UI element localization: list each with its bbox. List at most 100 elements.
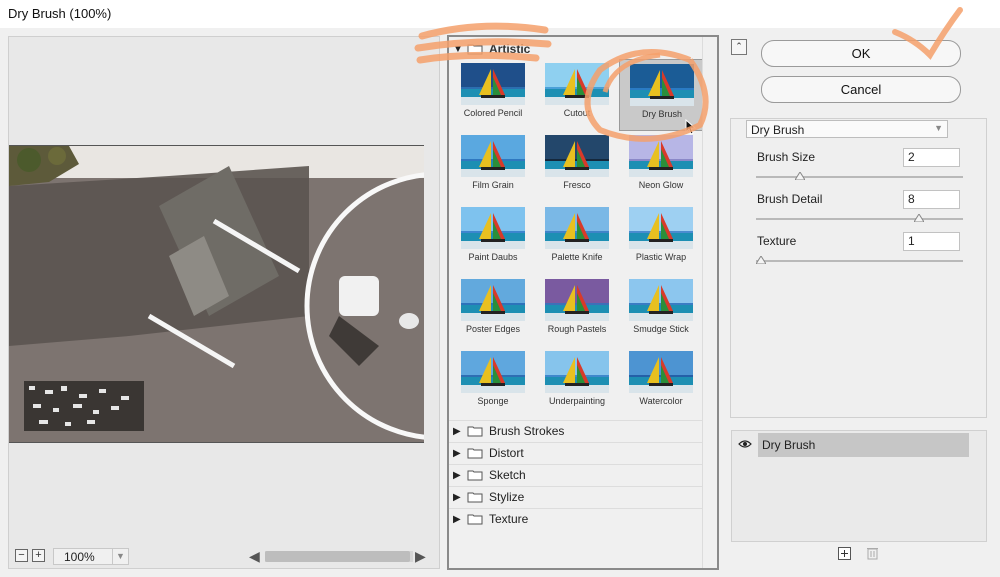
gallery-scrollbar[interactable]	[702, 37, 717, 568]
filter-thumb-watercolor[interactable]: Watercolor	[619, 347, 703, 419]
filter-dropdown[interactable]: Dry Brush ▼	[746, 120, 948, 138]
new-layer-icon[interactable]	[838, 547, 851, 560]
filter-label: Poster Edges	[465, 324, 521, 334]
folder-icon	[467, 513, 483, 525]
param-slider-thumb[interactable]	[795, 172, 806, 180]
collapse-gallery-button[interactable]: ⌃	[731, 39, 747, 55]
filter-preview-image	[629, 279, 693, 321]
filter-label: Neon Glow	[638, 180, 684, 190]
filter-label: Plastic Wrap	[635, 252, 687, 262]
scroll-right-arrow[interactable]: ▶	[415, 548, 426, 565]
filter-preview-image	[629, 135, 693, 177]
param-input-brush-detail[interactable]: 8	[903, 190, 960, 209]
category-texture[interactable]: ▶ Texture	[453, 509, 699, 529]
param-input-brush-size[interactable]: 2	[903, 148, 960, 167]
filter-dropdown-value: Dry Brush	[751, 123, 805, 137]
filter-label: Cutout	[563, 108, 591, 118]
trash-icon[interactable]	[866, 546, 879, 560]
effect-layer-row[interactable]: Dry Brush	[732, 433, 969, 457]
filter-label: Sponge	[477, 396, 509, 406]
filter-preview-image	[461, 207, 525, 249]
filter-thumb-film-grain[interactable]: Film Grain	[451, 131, 535, 203]
param-label-brush-detail: Brush Detail	[757, 192, 823, 206]
zoom-level-select[interactable]: 100% ▼	[53, 548, 129, 565]
folder-icon	[467, 425, 483, 437]
filter-label: Smudge Stick	[633, 324, 689, 334]
horizontal-scrollbar[interactable]	[265, 551, 413, 562]
param-slider-thumb[interactable]	[756, 256, 766, 264]
zoom-bar: − + 100% ▼ ◀ ▶	[9, 546, 441, 568]
preview-pane[interactable]: − + 100% ▼ ◀ ▶	[8, 36, 440, 569]
collapsed-arrow-icon: ▶	[453, 469, 461, 481]
param-slider-thumb[interactable]	[913, 214, 924, 222]
scrollbar-thumb[interactable]	[265, 551, 410, 562]
folder-icon	[467, 43, 483, 55]
filter-preview-image	[545, 351, 609, 393]
category-label: Stylize	[489, 490, 525, 504]
filter-gallery: ▼ Artistic Colored Pencil Cutout Dry Brush…	[447, 35, 719, 570]
window-title: Dry Brush (100%)	[8, 6, 112, 21]
filter-preview-image	[461, 63, 525, 105]
collapsed-arrow-icon: ▶	[453, 425, 461, 437]
param-slider-track[interactable]	[756, 176, 963, 178]
param-label-texture: Texture	[757, 234, 797, 248]
effect-layers-panel: Dry Brush	[731, 430, 987, 542]
filter-label: Underpainting	[548, 396, 606, 406]
expanded-arrow-icon: ▼	[453, 43, 463, 55]
param-input-texture[interactable]: 1	[903, 232, 960, 251]
filter-thumb-palette-knife[interactable]: Palette Knife	[535, 203, 619, 275]
title-bar: Dry Brush (100%)	[0, 0, 1000, 28]
zoom-out-button[interactable]: −	[15, 549, 28, 562]
filter-preview-image	[461, 135, 525, 177]
filter-preview-image	[545, 135, 609, 177]
param-slider-track[interactable]	[756, 218, 963, 220]
chevron-down-icon: ▼	[112, 549, 128, 564]
filter-thumb-neon-glow[interactable]: Neon Glow	[619, 131, 703, 203]
filter-preview-image	[545, 63, 609, 105]
filter-thumb-underpainting[interactable]: Underpainting	[535, 347, 619, 419]
cancel-button[interactable]: Cancel	[761, 76, 961, 103]
collapsed-arrow-icon: ▶	[453, 513, 461, 525]
filter-label: Fresco	[563, 180, 591, 190]
category-sketch[interactable]: ▶ Sketch	[453, 465, 699, 485]
filter-preview-image	[629, 351, 693, 393]
ok-button[interactable]: OK	[761, 40, 961, 67]
param-label-brush-size: Brush Size	[757, 150, 816, 164]
mouse-cursor-icon	[685, 119, 697, 135]
filter-thumb-fresco[interactable]: Fresco	[535, 131, 619, 203]
filter-thumb-plastic-wrap[interactable]: Plastic Wrap	[619, 203, 703, 275]
filter-label: Film Grain	[472, 180, 514, 190]
category-label: Texture	[489, 512, 529, 526]
filter-preview-image	[545, 207, 609, 249]
param-slider-track[interactable]	[756, 260, 963, 262]
folder-icon	[467, 491, 483, 503]
filter-thumb-smudge-stick[interactable]: Smudge Stick	[619, 275, 703, 347]
scroll-left-arrow[interactable]: ◀	[249, 548, 260, 565]
filter-label: Paint Daubs	[468, 252, 518, 262]
filter-label: Colored Pencil	[463, 108, 523, 118]
zoom-level-value: 100%	[64, 550, 95, 564]
preview-image[interactable]	[9, 145, 424, 443]
filter-label: Dry Brush	[641, 109, 682, 119]
category-distort[interactable]: ▶ Distort	[453, 443, 699, 463]
category-brush-strokes[interactable]: ▶ Brush Strokes	[453, 421, 699, 441]
eye-icon[interactable]	[738, 438, 752, 450]
category-label: Artistic	[489, 42, 531, 56]
filter-preview-image	[630, 64, 694, 106]
filter-label: Watercolor	[639, 396, 683, 406]
filter-thumb-poster-edges[interactable]: Poster Edges	[451, 275, 535, 347]
chevron-down-icon: ▼	[934, 123, 943, 133]
zoom-in-button[interactable]: +	[32, 549, 45, 562]
effect-layer-name: Dry Brush	[758, 433, 969, 457]
collapsed-arrow-icon: ▶	[453, 447, 461, 459]
filter-thumb-colored-pencil[interactable]: Colored Pencil	[451, 59, 535, 131]
filter-thumb-rough-pastels[interactable]: Rough Pastels	[535, 275, 619, 347]
collapsed-arrow-icon: ▶	[453, 491, 461, 503]
category-label: Sketch	[489, 468, 526, 482]
filter-preview-image	[545, 279, 609, 321]
category-artistic[interactable]: ▼ Artistic	[453, 39, 699, 59]
filter-thumb-cutout[interactable]: Cutout	[535, 59, 619, 131]
category-stylize[interactable]: ▶ Stylize	[453, 487, 699, 507]
filter-thumb-paint-daubs[interactable]: Paint Daubs	[451, 203, 535, 275]
filter-thumb-sponge[interactable]: Sponge	[451, 347, 535, 419]
